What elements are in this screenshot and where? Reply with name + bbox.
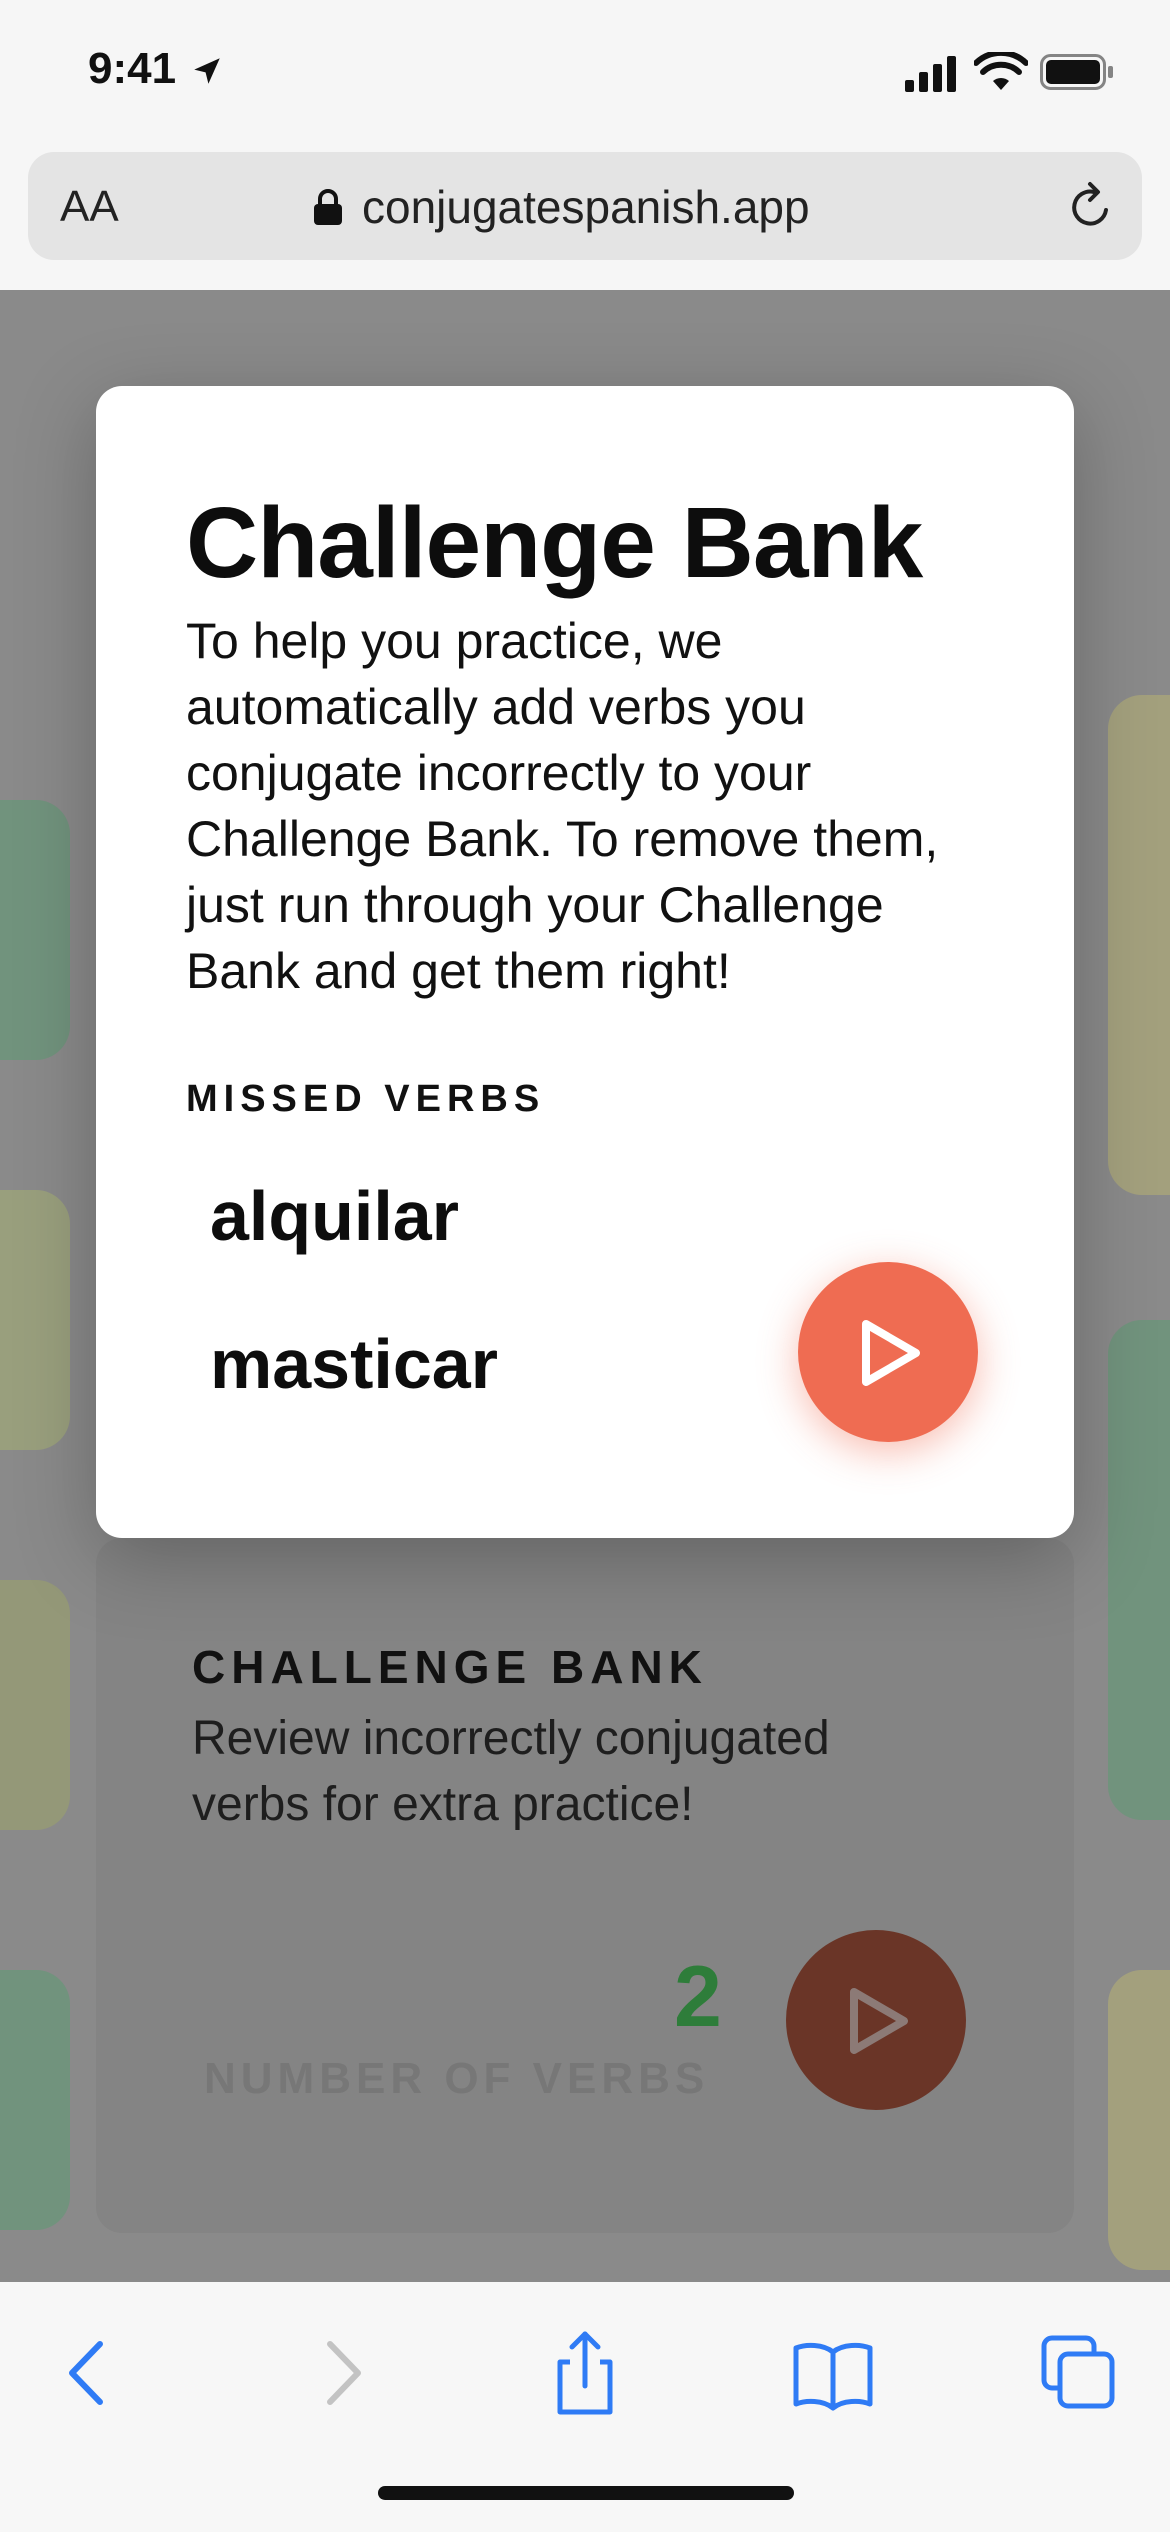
reload-icon[interactable] (1064, 180, 1118, 234)
modal-description: To help you practice, we automatically a… (186, 613, 939, 999)
status-time: 9:41 (88, 44, 177, 93)
start-challenge-play-button[interactable] (798, 1262, 978, 1442)
play-icon (862, 1320, 920, 1386)
decorative-shape (1108, 695, 1170, 1195)
share-icon[interactable] (540, 2328, 630, 2418)
decorative-shape (0, 1190, 70, 1450)
decorative-shape (0, 1580, 70, 1830)
forward-icon[interactable] (296, 2328, 386, 2418)
bookmarks-icon[interactable] (788, 2328, 878, 2418)
card-play-button (786, 1930, 966, 2110)
challenge-bank-card: CHALLENGE BANK Review incorrectly conjug… (96, 1538, 1074, 2233)
url-text[interactable]: conjugatespanish.app (362, 180, 810, 234)
missed-verbs-heading: MISSED VERBS (186, 1078, 546, 1120)
card-title: CHALLENGE BANK (192, 1641, 708, 1693)
status-bar: 9:41 (0, 0, 1170, 150)
challenge-bank-modal: Challenge Bank To help you practice, we … (96, 386, 1074, 1538)
decorative-shape (0, 800, 70, 1060)
decorative-shape (0, 1970, 70, 2230)
tabs-icon[interactable] (1034, 2328, 1124, 2418)
text-size-button[interactable]: AA (60, 182, 119, 232)
address-bar[interactable]: AA conjugatespanish.app (28, 152, 1142, 260)
verb-count-label: NUMBER OF VERBS (204, 2054, 710, 2103)
decorative-shape (1108, 1320, 1170, 1820)
decorative-shape (1108, 1970, 1170, 2270)
back-icon[interactable] (44, 2328, 134, 2418)
home-indicator (378, 2486, 794, 2500)
play-icon (850, 1988, 908, 2054)
battery-icon (1040, 54, 1113, 90)
cellular-signal-icon (905, 56, 956, 92)
card-description: Review incorrectly conjugated verbs for … (192, 1712, 830, 1831)
verb-count: 2 (674, 1949, 722, 2045)
missed-verb-item: masticar (210, 1325, 498, 1403)
location-arrow-icon (194, 58, 220, 84)
missed-verb-item: alquilar (210, 1177, 459, 1255)
wifi-icon (974, 52, 1028, 90)
modal-title: Challenge Bank (186, 487, 923, 599)
lock-icon (314, 189, 342, 225)
